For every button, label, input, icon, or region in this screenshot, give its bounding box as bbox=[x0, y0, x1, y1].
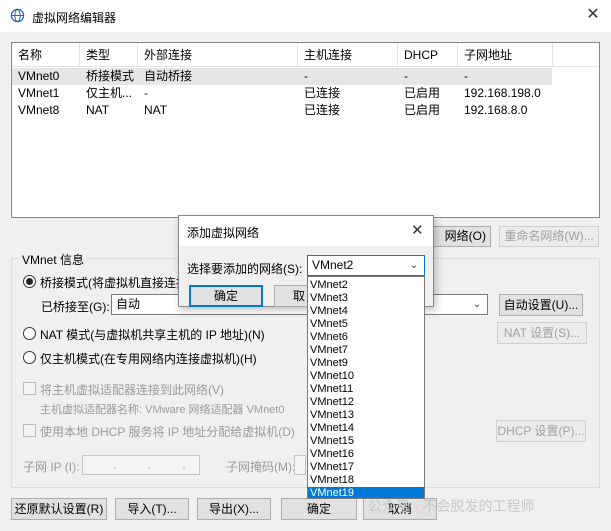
column-header-name[interactable]: 名称 bbox=[12, 43, 80, 67]
subnet-ip-label: 子网 IP (I): bbox=[23, 460, 80, 474]
bridged-mode-label[interactable]: 桥接模式(将虚拟机直接连接 bbox=[40, 274, 188, 291]
chevron-down-icon: ⌄ bbox=[472, 299, 482, 310]
dropdown-option[interactable]: VMnet5 bbox=[308, 318, 424, 331]
dropdown-option[interactable]: VMnet15 bbox=[308, 435, 424, 448]
add-network-button[interactable]: 网络(O) bbox=[425, 226, 491, 247]
table-row[interactable]: VMnet1 仅主机... - 已连接 已启用 192.168.198.0 bbox=[12, 85, 599, 102]
column-header-dhcp[interactable]: DHCP bbox=[398, 43, 458, 67]
vmnet-info-title: VMnet 信息 bbox=[19, 251, 88, 268]
dhcp-settings-button: DHCP 设置(P)... bbox=[496, 420, 586, 442]
cell-name: VMnet1 bbox=[18, 86, 60, 100]
cell-external: NAT bbox=[144, 103, 168, 117]
column-header-external[interactable]: 外部连接 bbox=[138, 43, 298, 67]
bridged-to-label: 已桥接至(G): bbox=[41, 300, 110, 314]
table-row[interactable]: VMnet8 NAT NAT 已连接 已启用 192.168.8.0 bbox=[12, 102, 599, 119]
subnet-ip-input: . . . bbox=[82, 455, 200, 475]
host-only-label[interactable]: 仅主机模式(在专用网络内连接虚拟机)(H) bbox=[40, 350, 257, 367]
nat-mode-radio[interactable] bbox=[23, 327, 36, 340]
cell-host: 已连接 bbox=[304, 86, 341, 100]
column-header-subnet[interactable]: 子网地址 bbox=[458, 43, 553, 67]
cell-external: - bbox=[144, 86, 148, 100]
cell-subnet: 192.168.8.0 bbox=[464, 103, 528, 117]
dialog-cancel-button[interactable]: 取 bbox=[274, 285, 308, 307]
close-icon[interactable]: ✕ bbox=[582, 4, 604, 26]
watermark: 公众号 · 不会脱发的工程师 bbox=[368, 498, 535, 514]
dropdown-option[interactable]: VMnet16 bbox=[308, 448, 424, 461]
nat-mode-label[interactable]: NAT 模式(与虚拟机共享主机的 IP 地址)(N) bbox=[40, 326, 265, 343]
column-header-type[interactable]: 类型 bbox=[80, 43, 138, 67]
dropdown-option[interactable]: VMnet10 bbox=[308, 370, 424, 383]
dropdown-option[interactable]: VMnet11 bbox=[308, 383, 424, 396]
host-only-radio[interactable] bbox=[23, 351, 36, 364]
dropdown-option[interactable]: VMnet3 bbox=[308, 292, 424, 305]
subnet-mask-label: 子网掩码(M): bbox=[226, 460, 296, 474]
subnet-mask-input bbox=[294, 455, 306, 475]
cell-external: 自动桥接 bbox=[144, 69, 193, 83]
connect-adapter-label: 将主机虚拟适配器连接到此网络(V) bbox=[40, 383, 224, 397]
cell-host: 已连接 bbox=[304, 103, 341, 117]
cell-type: NAT bbox=[86, 103, 110, 117]
dropdown-option[interactable]: VMnet6 bbox=[308, 331, 424, 344]
table-row[interactable]: VMnet0 桥接模式 自动桥接 - - - bbox=[12, 68, 552, 85]
dropdown-option[interactable]: VMnet2 bbox=[308, 279, 424, 292]
export-button[interactable]: 导出(X)... bbox=[197, 498, 271, 520]
local-dhcp-label: 使用本地 DHCP 服务将 IP 地址分配给虚拟机(D) bbox=[40, 425, 295, 439]
dialog-ok-button[interactable]: 确定 bbox=[189, 285, 263, 307]
network-globe-icon bbox=[10, 8, 25, 23]
cell-subnet: - bbox=[464, 69, 468, 83]
cell-type: 桥接模式 bbox=[86, 69, 135, 83]
rename-network-button: 重命名网络(W)... bbox=[499, 226, 599, 247]
list-header: 名称 类型 外部连接 主机连接 DHCP 子网地址 bbox=[12, 43, 599, 67]
ok-button[interactable]: 确定 bbox=[281, 498, 357, 520]
network-select[interactable]: VMnet2 ⌄ bbox=[307, 255, 425, 276]
select-network-label: 选择要添加的网络(S): bbox=[187, 262, 303, 276]
cell-name: VMnet8 bbox=[18, 103, 60, 117]
column-header-host[interactable]: 主机连接 bbox=[298, 43, 398, 67]
cell-host: - bbox=[304, 69, 308, 83]
import-button[interactable]: 导入(T)... bbox=[115, 498, 189, 520]
host-adapter-name: 主机虚拟适配器名称: VMware 网络适配器 VMnet0 bbox=[40, 404, 285, 416]
cell-subnet: 192.168.198.0 bbox=[464, 86, 541, 100]
nat-settings-button: NAT 设置(S)... bbox=[497, 322, 587, 344]
cell-dhcp: 已启用 bbox=[404, 103, 441, 117]
dropdown-option[interactable]: VMnet4 bbox=[308, 305, 424, 318]
network-dropdown-list[interactable]: VMnet2 VMnet3 VMnet4 VMnet5 VMnet6 VMnet7 VMne… bbox=[307, 276, 425, 499]
subnet-ip-value: . . . bbox=[113, 458, 200, 472]
dropdown-option[interactable]: VMnet18 bbox=[308, 474, 424, 487]
restore-defaults-button[interactable]: 还原默认设置(R) bbox=[11, 498, 107, 520]
dropdown-option[interactable]: VMnet7 bbox=[308, 344, 424, 357]
chevron-down-icon: ⌄ bbox=[409, 260, 419, 271]
window-title: 虚拟网络编辑器 bbox=[32, 11, 117, 25]
dropdown-option[interactable]: VMnet17 bbox=[308, 461, 424, 474]
dialog-title: 添加虚拟网络 bbox=[187, 226, 260, 240]
dropdown-option[interactable]: VMnet13 bbox=[308, 409, 424, 422]
cell-dhcp: - bbox=[404, 69, 408, 83]
auto-settings-button[interactable]: 自动设置(U)... bbox=[499, 294, 583, 316]
cell-name: VMnet0 bbox=[18, 69, 60, 83]
dropdown-option[interactable]: VMnet14 bbox=[308, 422, 424, 435]
connect-adapter-checkbox bbox=[23, 382, 36, 395]
bridged-to-value: 自动 bbox=[116, 297, 141, 311]
cell-dhcp: 已启用 bbox=[404, 86, 441, 100]
dialog-close-icon[interactable]: ✕ bbox=[411, 221, 424, 239]
cell-type: 仅主机... bbox=[86, 86, 133, 100]
local-dhcp-checkbox bbox=[23, 424, 36, 437]
dropdown-option[interactable]: VMnet9 bbox=[308, 357, 424, 370]
bridged-mode-radio[interactable] bbox=[23, 275, 36, 288]
dropdown-option[interactable]: VMnet12 bbox=[308, 396, 424, 409]
network-list[interactable]: 名称 类型 外部连接 主机连接 DHCP 子网地址 VMnet0 桥接模式 自动… bbox=[11, 42, 600, 218]
network-select-value: VMnet2 bbox=[312, 258, 354, 272]
